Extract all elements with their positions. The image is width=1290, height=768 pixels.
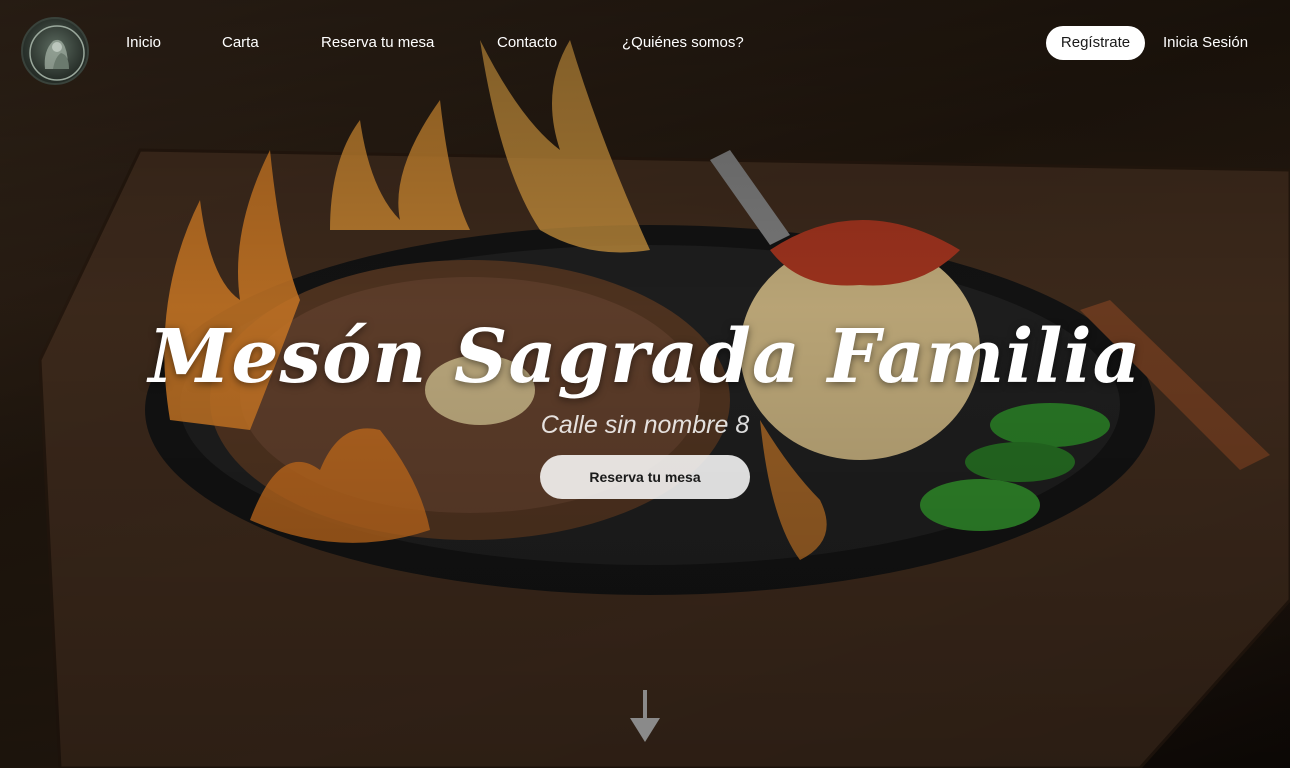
register-button[interactable]: Regístrate [1046, 26, 1145, 60]
arrow-down-icon[interactable] [628, 690, 662, 744]
login-link[interactable]: Inicia Sesión [1163, 32, 1248, 54]
nav-link-quienes-somos[interactable]: ¿Quiénes somos? [622, 32, 744, 54]
nav-link-reserva[interactable]: Reserva tu mesa [321, 32, 434, 54]
nav-link-carta[interactable]: Carta [222, 32, 259, 54]
logo[interactable] [21, 17, 89, 85]
logo-emblem-icon [29, 25, 85, 81]
main-nav: Inicio Carta Reserva tu mesa Contacto ¿Q… [0, 0, 1290, 85]
restaurant-title: Mesón Sagrada Familia [148, 314, 1142, 400]
nav-link-inicio[interactable]: Inicio [126, 32, 161, 54]
restaurant-address: Calle sin nombre 8 [540, 411, 750, 439]
nav-link-contacto[interactable]: Contacto [497, 32, 557, 54]
reserve-table-button[interactable]: Reserva tu mesa [540, 455, 750, 499]
